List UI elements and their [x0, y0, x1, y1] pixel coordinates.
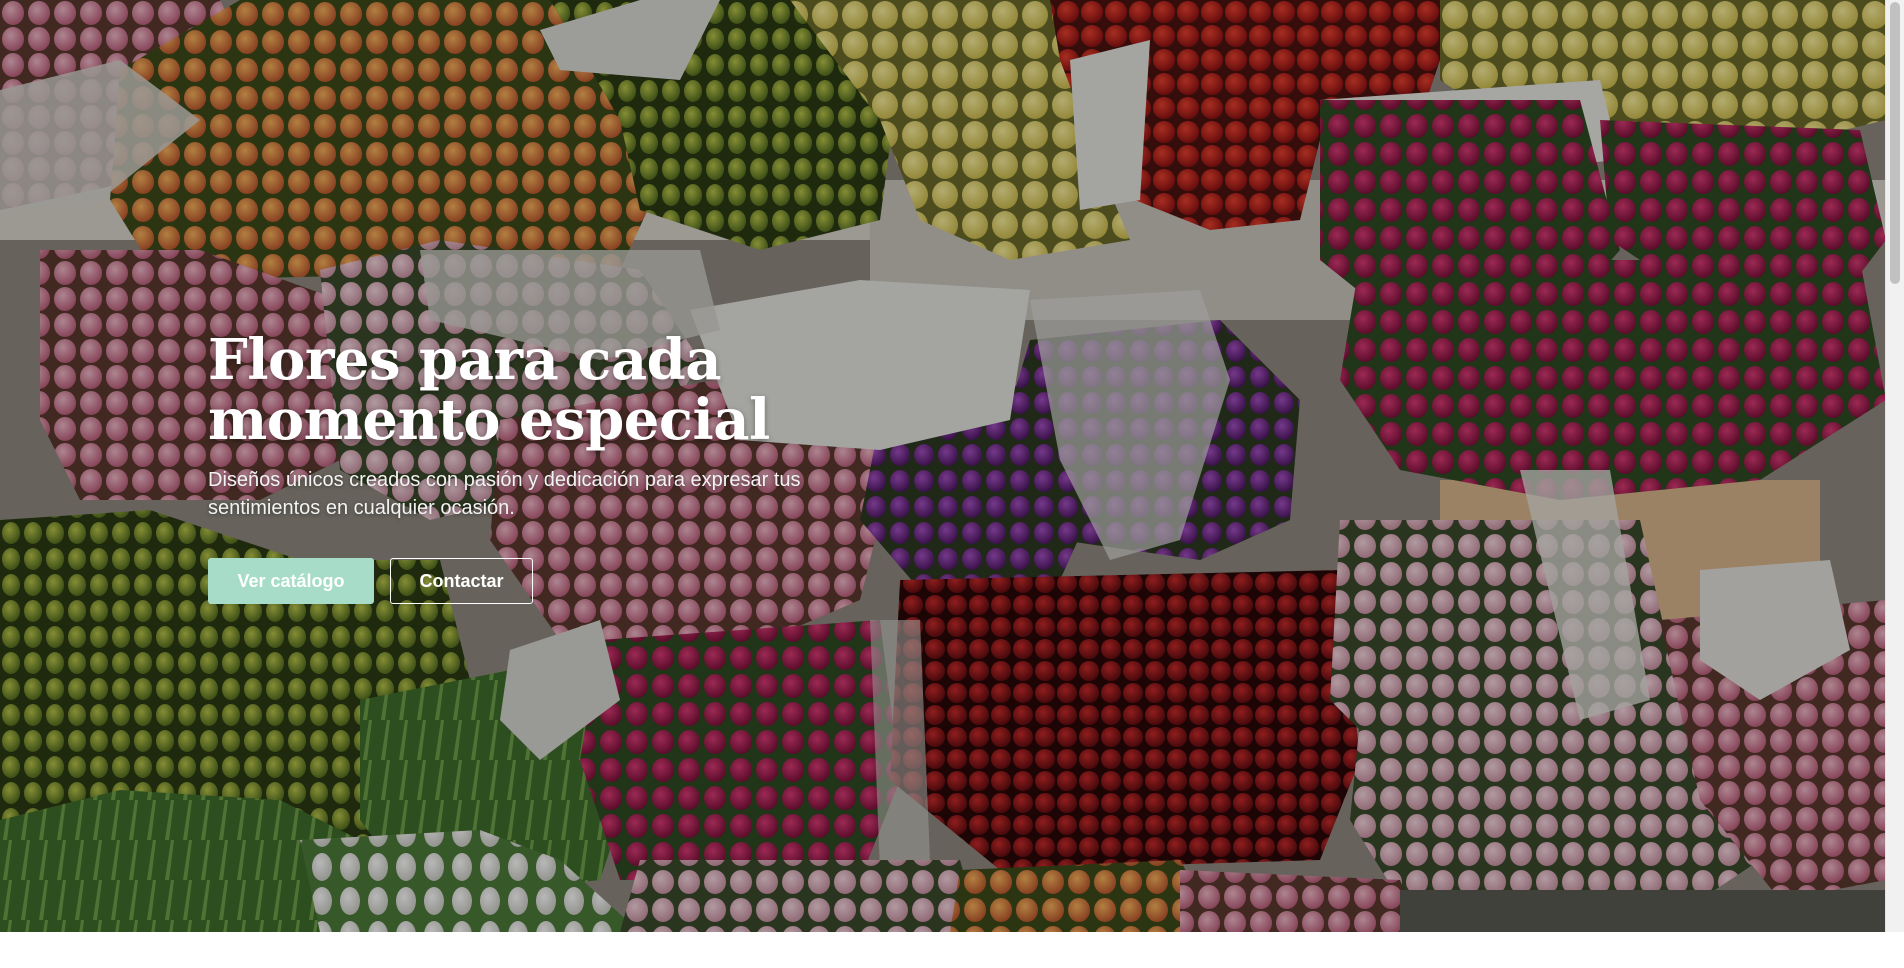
hero-subtitle: Diseños únicos creados con pasión y dedi…: [208, 469, 801, 519]
scrollbar-thumb[interactable]: [1890, 2, 1900, 284]
contact-button[interactable]: Contactar: [390, 558, 533, 604]
hero-title-line-1: Flores para cada: [208, 327, 722, 393]
hero-title-line-2: momento especial: [208, 387, 770, 453]
below-fold-section: [0, 932, 1886, 968]
hero-title: Flores para cada momento especial: [208, 330, 928, 450]
vertical-scrollbar[interactable]: [1885, 0, 1904, 932]
catalog-button[interactable]: Ver catálogo: [208, 558, 374, 604]
hero-content: Flores para cada momento especial Diseño…: [208, 330, 928, 604]
hero-actions: Ver catálogo Contactar: [208, 558, 928, 604]
page: Flores para cada momento especial Diseño…: [0, 0, 1904, 968]
hero-section: Flores para cada momento especial Diseño…: [0, 0, 1886, 932]
